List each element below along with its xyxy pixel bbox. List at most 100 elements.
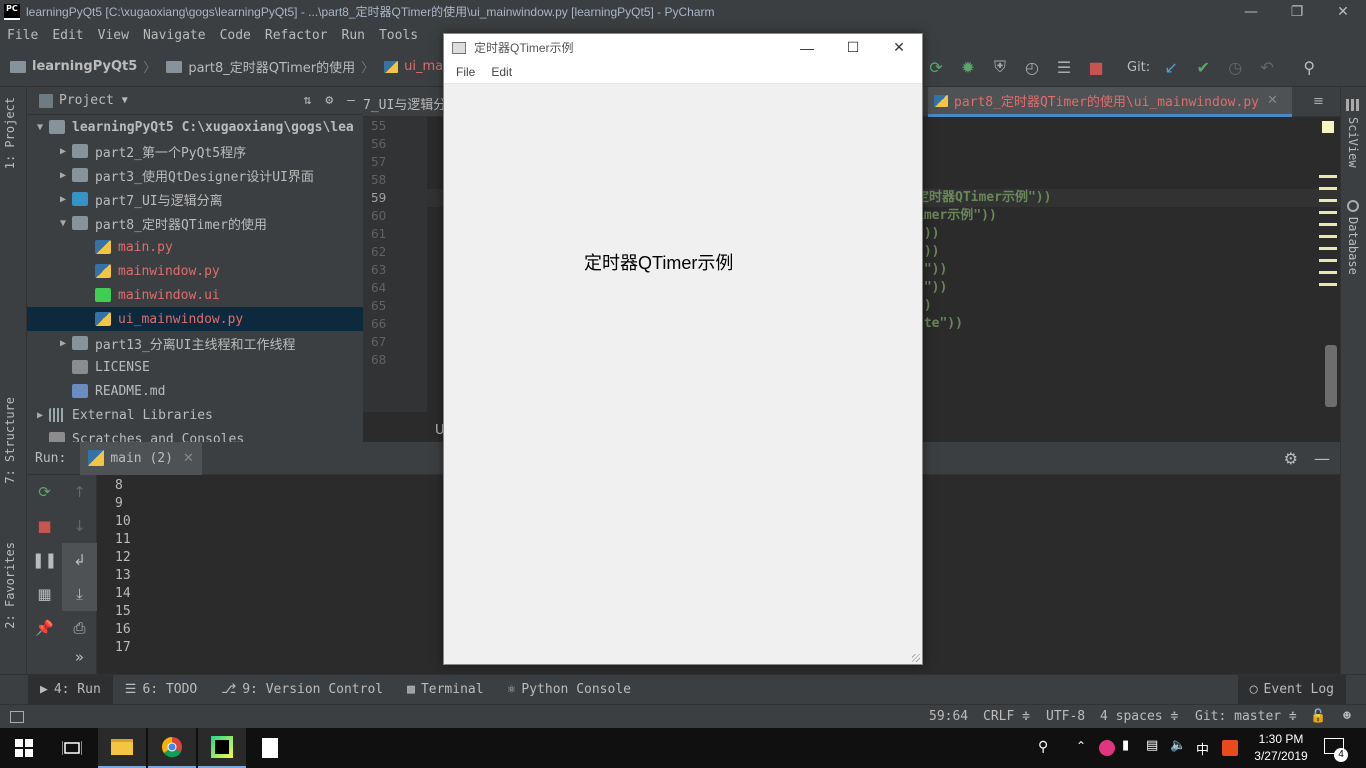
qt-menu-edit[interactable]: Edit (483, 65, 520, 79)
menu-code[interactable]: Code (213, 28, 258, 43)
inspector-icon[interactable]: ☻ (1343, 709, 1351, 724)
git-revert-icon[interactable]: ↶ (1256, 56, 1278, 78)
git-branch[interactable]: Git: master ≑ (1195, 709, 1297, 724)
taskbar-document[interactable] (246, 728, 294, 768)
git-commit-icon[interactable]: ✔ (1192, 56, 1214, 78)
toggle-tool-windows-icon[interactable] (10, 711, 24, 723)
sogou-ime-icon[interactable] (1222, 740, 1238, 756)
tool-tab-todo[interactable]: ☰ 6: TODO (113, 675, 209, 705)
chevron-right-icon[interactable]: ▶ (54, 170, 72, 181)
pause-icon[interactable]: ❚❚ (27, 543, 62, 577)
chevron-right-icon[interactable]: ▶ (54, 338, 72, 349)
project-tool-tab[interactable]: 1: Project (3, 97, 17, 169)
hide-panel-icon[interactable]: — (1314, 449, 1330, 468)
close-tab-icon[interactable]: ✕ (183, 451, 194, 466)
tree-item[interactable]: ▶ part7_UI与逻辑分离 (27, 187, 363, 211)
hide-panel-icon[interactable]: — (347, 93, 355, 108)
taskbar-pycharm[interactable] (198, 728, 246, 768)
chevron-down-icon[interactable]: ▼ (54, 218, 72, 229)
rerun-icon[interactable]: ⟳ (27, 475, 62, 509)
error-stripe-markers[interactable] (1319, 175, 1337, 295)
tree-item[interactable]: ▶ part13_分离UI主线程和工作线程 (27, 331, 363, 355)
qt-close-button[interactable]: ✕ (876, 39, 922, 56)
network-icon[interactable]: ▤ (1146, 738, 1158, 753)
tree-item[interactable]: ▶ External Libraries (27, 403, 363, 427)
run-config-tab[interactable]: main (2) ✕ (80, 441, 202, 475)
print-icon[interactable]: ⎙ (62, 611, 97, 645)
search-icon[interactable]: ⚲ (1298, 56, 1320, 78)
layout-icon[interactable]: ▦ (27, 577, 62, 611)
soft-wrap-icon[interactable]: ↲ (62, 543, 97, 577)
indent-setting[interactable]: 4 spaces ≑ (1100, 709, 1178, 724)
chevron-up-icon[interactable]: ⌃ (1076, 739, 1086, 753)
stop-icon[interactable]: ■ (1085, 56, 1107, 78)
restore-button[interactable]: ❐ (1274, 4, 1320, 20)
arrow-up-icon[interactable]: ↑ (62, 475, 97, 509)
gear-icon[interactable]: ⚙ (1284, 449, 1298, 468)
arrow-down-icon[interactable]: ↓ (62, 509, 97, 543)
tree-item[interactable]: ui_mainwindow.py (27, 307, 363, 331)
git-update-icon[interactable]: ↙ (1160, 56, 1182, 78)
tree-item[interactable]: mainwindow.ui (27, 283, 363, 307)
breadcrumb-folder[interactable]: part8_定时器QTimer的使用 〉 (156, 57, 374, 76)
tool-tab-terminal[interactable]: ▩ Terminal (395, 675, 495, 705)
qt-menu-file[interactable]: File (448, 65, 483, 79)
taskbar-file-explorer[interactable] (98, 728, 146, 768)
tree-item[interactable]: main.py (27, 235, 363, 259)
taskbar-chrome[interactable] (148, 728, 196, 768)
qt-maximize-button[interactable]: ☐ (830, 39, 876, 56)
chevron-right-icon[interactable]: ▶ (54, 146, 72, 157)
sciview-tool-tab[interactable]: SciView (1346, 117, 1360, 168)
tree-item[interactable]: ▼ part8_定时器QTimer的使用 (27, 211, 363, 235)
coverage-shield-icon[interactable]: ⛨ (989, 56, 1011, 78)
tool-tab-vcs[interactable]: ⎇ 9: Version Control (209, 675, 395, 705)
chevron-right-icon[interactable]: ▶ (54, 194, 72, 205)
line-separator[interactable]: CRLF ≑ (983, 709, 1030, 724)
lock-icon[interactable]: 🔓 (1310, 709, 1326, 724)
favorites-tool-tab[interactable]: 2: Favorites (3, 542, 17, 629)
tree-item[interactable]: ▶ part3_使用QtDesigner设计UI界面 (27, 163, 363, 187)
stop-icon[interactable]: ■ (27, 509, 62, 543)
git-history-icon[interactable]: ◷ (1224, 56, 1246, 78)
more-icon[interactable]: » (62, 645, 97, 669)
caret-position[interactable]: 59:64 (929, 709, 968, 724)
scroll-to-end-icon[interactable]: ⤓ (62, 577, 97, 611)
event-log-tab[interactable]: ◯ Event Log (1237, 674, 1346, 705)
minimize-button[interactable]: — (1228, 4, 1274, 20)
people-icon[interactable]: ⚲ (1038, 739, 1048, 755)
chevron-down-icon[interactable]: ▼ (31, 122, 49, 133)
breadcrumb-project[interactable]: learningPyQt5 〉 (0, 57, 156, 76)
tab-list-icon[interactable]: ≡ (1313, 94, 1324, 109)
menu-file[interactable]: File (0, 28, 45, 43)
menu-view[interactable]: View (91, 28, 136, 43)
chevron-down-icon[interactable]: ▼ (122, 95, 128, 106)
database-tool-tab[interactable]: Database (1346, 217, 1360, 275)
qt-minimize-button[interactable]: — (784, 40, 830, 56)
tree-item[interactable]: mainwindow.py (27, 259, 363, 283)
chevron-right-icon[interactable]: ▶ (31, 410, 49, 421)
concurrency-icon[interactable]: ☰ (1053, 56, 1075, 78)
debug-bug-icon[interactable]: ✹ (957, 56, 979, 78)
file-encoding[interactable]: UTF-8 (1046, 709, 1085, 724)
rerun-icon[interactable]: ⟳ (925, 56, 947, 78)
breadcrumb-file[interactable]: ui_ma (374, 59, 443, 74)
editor-tab-active[interactable]: part8_定时器QTimer的使用\ui_mainwindow.py ✕ (928, 87, 1292, 117)
inspection-status-icon[interactable] (1322, 121, 1334, 133)
tree-item[interactable]: ▼ learningPyQt5 C:\xugaoxiang\gogs\lea (27, 115, 363, 139)
pin-icon[interactable]: 📌 (27, 611, 62, 645)
system-clock[interactable]: 1:30 PM 3/27/2019 (1248, 731, 1314, 765)
volume-icon[interactable]: 🔈 (1170, 738, 1186, 753)
menu-edit[interactable]: Edit (45, 28, 90, 43)
console-output[interactable]: 8 9 10 11 12 13 14 15 16 17 (115, 477, 131, 657)
profile-icon[interactable]: ◴ (1021, 56, 1043, 78)
gear-icon[interactable]: ⚙ (325, 93, 333, 108)
project-header-label[interactable]: Project (59, 93, 114, 108)
close-tab-icon[interactable]: ✕ (1267, 93, 1278, 108)
ime-indicator[interactable]: 中 (1196, 739, 1209, 758)
menu-run[interactable]: Run (335, 28, 372, 43)
structure-tool-tab[interactable]: 7: Structure (3, 397, 17, 484)
menu-refactor[interactable]: Refactor (258, 28, 335, 43)
tool-tab-python-console[interactable]: ⚛ Python Console (496, 675, 643, 705)
close-button[interactable]: ✕ (1320, 4, 1366, 20)
menu-navigate[interactable]: Navigate (136, 28, 213, 43)
